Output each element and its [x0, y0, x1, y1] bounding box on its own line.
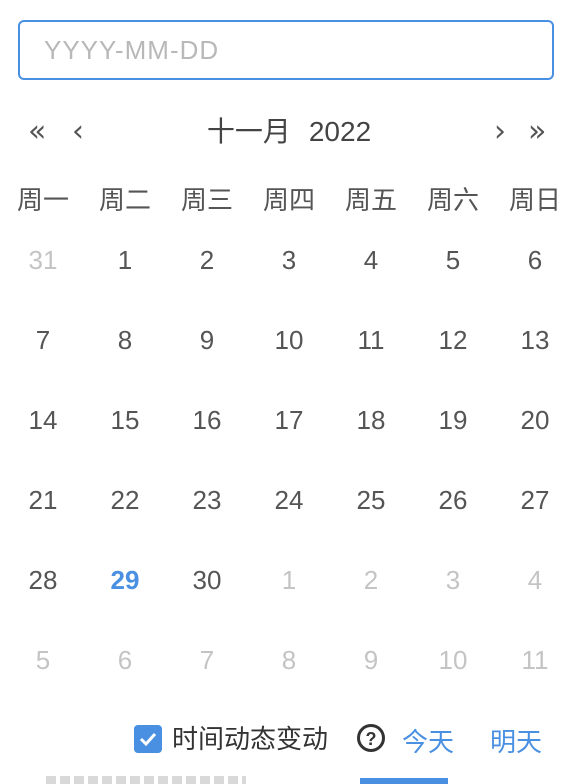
day-cell[interactable]: 12 [412, 300, 494, 380]
day-cell[interactable]: 18 [330, 380, 412, 460]
day-cell[interactable]: 9 [166, 300, 248, 380]
day-cell[interactable]: 26 [412, 460, 494, 540]
day-cell[interactable]: 14 [2, 380, 84, 460]
question-circle-icon[interactable]: ? [357, 724, 385, 752]
next-month-button[interactable]: › [494, 110, 506, 154]
day-cell[interactable]: 30 [166, 540, 248, 620]
date-picker-panel: « ‹ 十一月2022 › » 周一周二周三周四周五周六周日 311234567… [0, 0, 578, 784]
day-cell[interactable]: 21 [2, 460, 84, 540]
day-cell[interactable]: 20 [494, 380, 576, 460]
weekday-label: 周六 [426, 185, 479, 215]
day-cell[interactable]: 25 [330, 460, 412, 540]
background-content-peek [46, 776, 246, 784]
date-input[interactable] [18, 20, 554, 80]
day-cell-other-month[interactable]: 7 [166, 620, 248, 700]
today-button[interactable]: 今天 [402, 716, 454, 768]
day-cell-other-month[interactable]: 9 [330, 620, 412, 700]
day-cell-other-month[interactable]: 4 [494, 540, 576, 620]
calendar-footer: 时间动态变动 ? 今天 明天 [0, 716, 578, 762]
day-cell-other-month[interactable]: 31 [2, 220, 84, 300]
day-cell-other-month[interactable]: 3 [412, 540, 494, 620]
day-cell-today[interactable]: 29 [84, 540, 166, 620]
day-cell[interactable]: 1 [84, 220, 166, 300]
day-cell-other-month[interactable]: 5 [2, 620, 84, 700]
year-label[interactable]: 2022 [309, 116, 371, 147]
day-cell[interactable]: 15 [84, 380, 166, 460]
day-cell[interactable]: 24 [248, 460, 330, 540]
calendar-header: « ‹ 十一月 2022 › » [0, 110, 578, 154]
weekday-label: 周四 [262, 185, 315, 215]
day-cell[interactable]: 11 [330, 300, 412, 380]
day-cell[interactable]: 28 [2, 540, 84, 620]
tomorrow-button[interactable]: 明天 [490, 716, 542, 768]
day-cell[interactable]: 23 [166, 460, 248, 540]
day-cell[interactable]: 10 [248, 300, 330, 380]
dynamic-time-label[interactable]: 时间动态变动 [172, 716, 328, 762]
day-cell[interactable]: 4 [330, 220, 412, 300]
day-grid: 31 1 2 3 4 5 6 7 8 9 10 11 12 13 14 15 16 17 18 19 20 21 22 23 2… [2, 220, 576, 700]
day-cell-other-month[interactable]: 1 [248, 540, 330, 620]
month-label[interactable]: 十一月 [207, 116, 291, 147]
day-cell-other-month[interactable]: 11 [494, 620, 576, 700]
day-cell[interactable]: 3 [248, 220, 330, 300]
day-cell[interactable]: 22 [84, 460, 166, 540]
weekday-label: 周五 [344, 185, 397, 215]
weekday-header-row: 周一 周二 周三 周四 周五 周六 周日 [2, 178, 576, 222]
weekday-label: 周日 [508, 185, 561, 215]
day-cell[interactable]: 5 [412, 220, 494, 300]
check-icon [139, 732, 157, 747]
day-cell-other-month[interactable]: 6 [84, 620, 166, 700]
weekday-label: 周二 [98, 185, 151, 215]
weekday-label: 周一 [16, 185, 69, 215]
day-cell-other-month[interactable]: 8 [248, 620, 330, 700]
day-cell[interactable]: 8 [84, 300, 166, 380]
day-cell[interactable]: 2 [166, 220, 248, 300]
month-year-title: 十一月 2022 [0, 110, 578, 154]
day-cell[interactable]: 16 [166, 380, 248, 460]
day-cell[interactable]: 13 [494, 300, 576, 380]
weekday-label: 周三 [180, 185, 233, 215]
day-cell-other-month[interactable]: 10 [412, 620, 494, 700]
background-button-peek [360, 778, 448, 784]
day-cell[interactable]: 19 [412, 380, 494, 460]
day-cell[interactable]: 17 [248, 380, 330, 460]
day-cell[interactable]: 7 [2, 300, 84, 380]
day-cell[interactable]: 6 [494, 220, 576, 300]
day-cell[interactable]: 27 [494, 460, 576, 540]
dynamic-time-checkbox[interactable] [134, 725, 162, 753]
next-year-button[interactable]: » [528, 110, 546, 154]
day-cell-other-month[interactable]: 2 [330, 540, 412, 620]
